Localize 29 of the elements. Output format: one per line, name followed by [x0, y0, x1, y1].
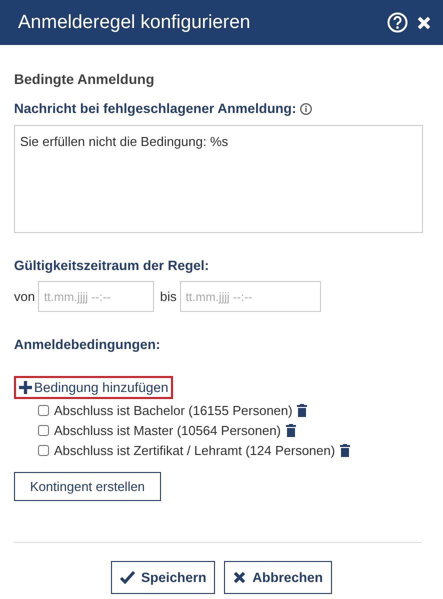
info-icon[interactable] — [300, 102, 312, 114]
message-field[interactable]: Sie erfüllen nicht die Bedingung: %s — [14, 125, 423, 233]
field-label: Gültigkeitszeitraum der Regel: — [14, 258, 210, 273]
from-label: von — [14, 289, 35, 304]
plus-icon — [19, 381, 32, 394]
field-label: Nachricht bei fehlgeschlagener Anmeldung: — [14, 101, 296, 116]
condition-label: Abschluss ist Zertifikat / Lehramt (124 Personen) — [54, 442, 336, 458]
cancel-button[interactable]: Abbrechen — [224, 561, 332, 594]
from-date-field[interactable]: tt.mm.jjjj --:-- — [38, 281, 154, 312]
field-label: Anmeldebedingungen: — [14, 337, 160, 352]
checkbox[interactable] — [38, 404, 49, 416]
to-date-field[interactable]: tt.mm.jjjj --:-- — [180, 281, 321, 312]
close-icon[interactable] — [417, 16, 431, 30]
checkbox[interactable] — [38, 444, 49, 456]
create-quota-button[interactable]: Kontingent erstellen — [14, 472, 161, 501]
checkbox[interactable] — [38, 424, 49, 436]
help-icon[interactable] — [387, 12, 408, 33]
trash-icon[interactable] — [340, 444, 350, 456]
add-condition-link[interactable]: Bedingung hinzufügen — [14, 376, 174, 399]
condition-label: Abschluss ist Bachelor (16155 Personen) — [54, 402, 292, 418]
section-title: Bedingte Anmeldung — [14, 71, 156, 87]
trash-icon[interactable] — [297, 404, 308, 416]
trash-icon[interactable] — [286, 424, 296, 436]
save-button[interactable]: Speichern — [111, 561, 216, 594]
close-icon — [233, 571, 246, 584]
check-icon — [120, 571, 136, 584]
to-label: bis — [160, 289, 177, 304]
condition-label: Abschluss ist Master (10564 Personen) — [54, 422, 281, 438]
window-title: Anmelderegel konfigurieren — [18, 12, 252, 34]
